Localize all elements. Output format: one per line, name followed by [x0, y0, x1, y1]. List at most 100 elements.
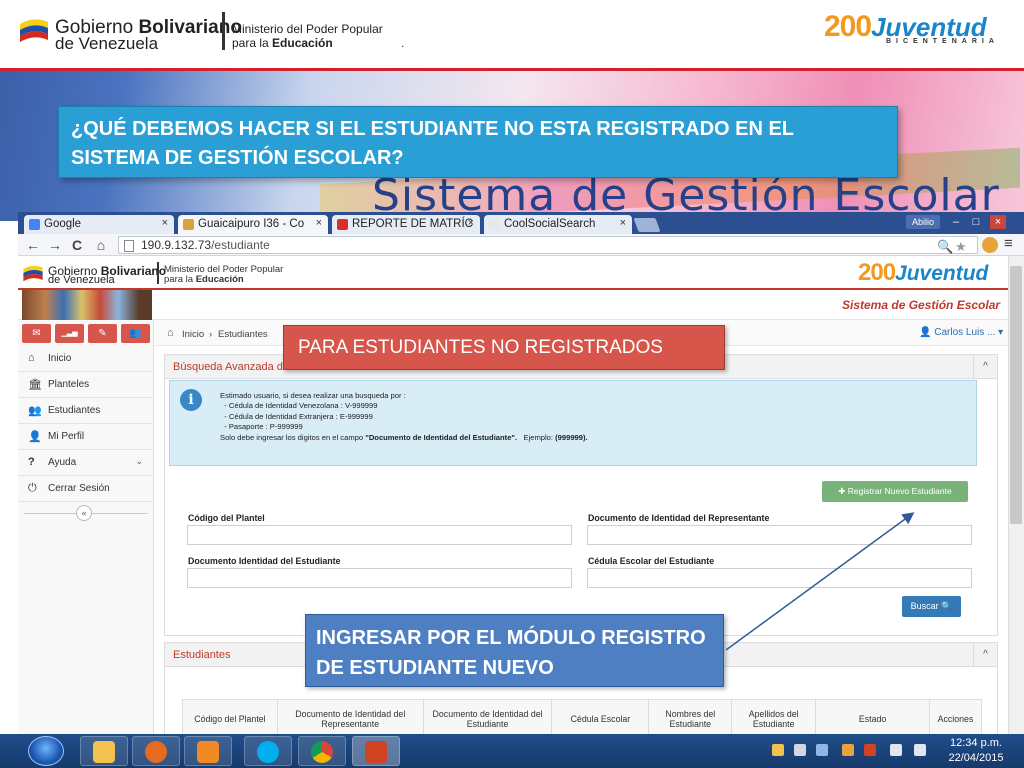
venezuela-flag-icon: [20, 19, 48, 42]
mail-shortcut-button[interactable]: ✉: [22, 324, 51, 343]
institution-icon: 🏛: [28, 379, 42, 391]
minimize-button[interactable]: –: [948, 215, 964, 229]
close-icon[interactable]: ×: [620, 217, 626, 229]
tab-label: Google: [44, 218, 82, 230]
firefox-icon: [145, 741, 167, 763]
close-icon[interactable]: ×: [316, 217, 322, 229]
clock-date[interactable]: 22/04/2015: [946, 752, 1006, 764]
ministry-line2: para la Educación: [232, 36, 333, 50]
sidebar: ✉ ▁▃▅ ✎ 👥 ⌂ Inicio 🏛 Planteles 👥 Estudia…: [18, 320, 154, 734]
tray-icon[interactable]: [864, 744, 876, 756]
taskbar-app-chrome[interactable]: [298, 736, 346, 766]
bookmark-star-icon[interactable]: ★: [955, 239, 967, 255]
users-shortcut-button[interactable]: 👥: [121, 324, 150, 343]
info-text: Estimado usuario, si desea realizar una …: [220, 391, 588, 442]
tray-icon[interactable]: [816, 744, 828, 756]
tray-icon[interactable]: [772, 744, 784, 756]
clock-time[interactable]: 12:34 p.m.: [946, 737, 1006, 749]
banner-photo: [22, 290, 152, 320]
tab-guaicaipuro[interactable]: Guaicaipuro I36 - Co ×: [178, 215, 328, 234]
sidebar-item-planteles[interactable]: 🏛 Planteles: [18, 372, 153, 398]
sidebar-item-label: Mi Perfil: [48, 431, 85, 442]
volume-icon[interactable]: [914, 744, 926, 756]
url-path: /estudiante: [211, 238, 270, 252]
sidebar-collapse-button[interactable]: «: [76, 505, 92, 521]
sidebar-item-estudiantes[interactable]: 👥 Estudiantes: [18, 398, 153, 424]
breadcrumb-inicio[interactable]: Inicio: [182, 329, 204, 340]
ministry-line1: Ministerio del Poder Popular: [232, 22, 383, 36]
table-header-row: Código del Plantel Documento de Identida…: [182, 699, 983, 734]
sidebar-item-ayuda[interactable]: ? Ayuda ⌄: [18, 450, 153, 476]
column-header[interactable]: Código del Plantel: [182, 699, 278, 734]
sidebar-item-mi-perfil[interactable]: 👤 Mi Perfil: [18, 424, 153, 450]
label-doc-estudiante: Documento Identidad del Estudiante: [188, 556, 341, 566]
tab-reporte-matricula[interactable]: REPORTE DE MATRÍC ×: [332, 215, 480, 234]
back-button[interactable]: ←: [24, 236, 42, 254]
media-player-icon: [197, 741, 219, 763]
extension-icon[interactable]: [982, 237, 998, 253]
tab-google[interactable]: Google ×: [24, 215, 174, 234]
home-button[interactable]: ⌂: [92, 236, 110, 254]
taskbar-app-skype[interactable]: [244, 736, 292, 766]
cedula-escolar-input[interactable]: [587, 568, 972, 588]
question-box: ¿QUÉ DEBEMOS HACER SI EL ESTUDIANTE NO E…: [58, 106, 898, 178]
column-header[interactable]: Documento de Identidad del Representante: [276, 699, 424, 734]
taskbar-app-powerpoint[interactable]: [352, 736, 400, 766]
slide-header: Gobierno Bolivariano de Venezuela Minist…: [0, 0, 1024, 70]
new-tab-button[interactable]: [633, 218, 661, 232]
user-menu[interactable]: 👤 Carlos Luis ... ▾: [919, 327, 1003, 338]
home-icon: ⌂: [28, 352, 35, 364]
taskbar-app-firefox[interactable]: [132, 736, 180, 766]
tray-icon[interactable]: [794, 744, 806, 756]
edit-shortcut-button[interactable]: ✎: [88, 324, 117, 343]
juventud-logo: 200Juventud BICENTENARIA: [824, 10, 999, 45]
sidebar-item-inicio[interactable]: ⌂ Inicio: [18, 346, 153, 372]
maximize-button[interactable]: □: [968, 215, 984, 229]
register-new-student-button[interactable]: ✚ Registrar Nuevo Estudiante: [822, 481, 968, 502]
tab-label: REPORTE DE MATRÍC: [352, 218, 473, 230]
callout-no-registrados: PARA ESTUDIANTES NO REGISTRADOS: [283, 325, 725, 370]
forward-button[interactable]: →: [46, 236, 64, 254]
close-icon[interactable]: ×: [162, 217, 168, 229]
breadcrumb-separator: ›: [209, 329, 213, 340]
scrollbar-thumb[interactable]: [1010, 266, 1022, 524]
label-doc-representante: Documento de Identidad del Representante: [588, 513, 770, 523]
browser-tabstrip: Google × Guaicaipuro I36 - Co × REPORTE …: [18, 212, 1024, 234]
close-window-button[interactable]: ×: [990, 215, 1006, 229]
callout-registro-modulo: INGRESAR POR EL MÓDULO REGISTRO DE ESTUD…: [305, 614, 724, 687]
stats-shortcut-button[interactable]: ▁▃▅: [55, 324, 84, 343]
zoom-icon[interactable]: 🔍: [937, 239, 953, 255]
help-icon: ?: [28, 456, 35, 468]
column-header[interactable]: Acciones: [928, 699, 983, 734]
doc-estudiante-input[interactable]: [187, 568, 572, 588]
chevron-up-icon[interactable]: ^: [973, 355, 997, 378]
browser-user-badge[interactable]: Abilio: [906, 215, 940, 229]
column-header[interactable]: Nombres del Estudiante: [648, 699, 733, 734]
address-bar[interactable]: 190.9.132.73/estudiante 🔍 ★: [118, 236, 978, 254]
menu-icon[interactable]: ≡: [1004, 235, 1013, 252]
codigo-plantel-input[interactable]: [187, 525, 572, 545]
close-icon[interactable]: ×: [468, 217, 474, 229]
column-header[interactable]: Cédula Escolar: [551, 699, 650, 734]
user-icon: 👤: [28, 431, 42, 443]
gmail-icon: [337, 219, 348, 230]
app-juventud-logo: 200Juventud: [858, 259, 989, 286]
taskbar-app-explorer[interactable]: [80, 736, 128, 766]
chevron-up-icon[interactable]: ^: [973, 643, 997, 666]
tab-coolsocialsearch[interactable]: CoolSocialSearch ×: [484, 215, 632, 234]
taskbar-app-media-player[interactable]: [184, 736, 232, 766]
app-header: Gobierno Bolivariano de Venezuela Minist…: [18, 256, 1024, 290]
doc-representante-input[interactable]: [587, 525, 972, 545]
juventud-number: 200: [824, 10, 872, 43]
search-button[interactable]: Buscar 🔍: [902, 596, 961, 617]
network-icon[interactable]: [890, 744, 902, 756]
sidebar-item-cerrar-sesion[interactable]: ⏻ Cerrar Sesión: [18, 476, 153, 502]
power-icon: ⏻: [28, 482, 37, 494]
column-header[interactable]: Apellidos del Estudiante: [731, 699, 817, 734]
powerpoint-icon: [365, 741, 387, 763]
start-button[interactable]: [28, 736, 64, 766]
tray-icon[interactable]: [842, 744, 854, 756]
reload-button[interactable]: C: [68, 236, 86, 254]
column-header[interactable]: Estado: [815, 699, 930, 734]
column-header[interactable]: Documento de Identidad del Estudiante: [422, 699, 553, 734]
